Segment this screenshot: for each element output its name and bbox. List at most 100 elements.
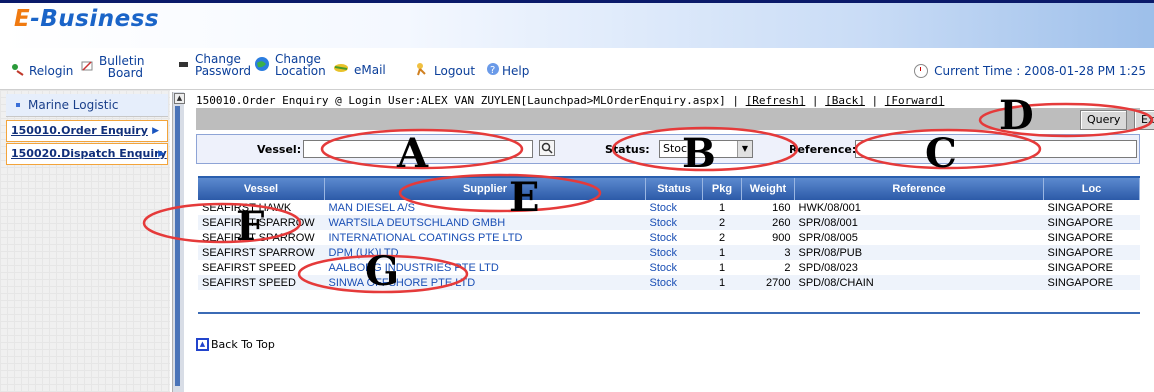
forward-link[interactable]: [Forward] — [885, 94, 945, 107]
column-header[interactable]: Loc — [1043, 178, 1140, 200]
sidebar: Marine Logistic 150010.Order Enquiry ▶ 1… — [0, 90, 170, 392]
status-cell: Stock — [645, 230, 703, 245]
pkg-cell: 1 — [702, 260, 742, 275]
pkg-cell: 2 — [702, 215, 742, 230]
chevron-right-icon: ▶ — [158, 149, 165, 159]
reference-cell: SPD/08/023 — [794, 260, 1044, 275]
reference-cell: SPR/08/005 — [794, 230, 1044, 245]
annotation-letter-b: B — [682, 130, 716, 177]
status-cell: Stock — [645, 200, 703, 215]
status-cell: Stock — [645, 260, 703, 275]
vessel-label: Vessel: — [257, 143, 302, 156]
weight-cell: 3 — [741, 245, 795, 260]
order-table: Vessel Supplier Status Pkg Weight Refere… — [198, 178, 1140, 290]
relogin-icon — [10, 62, 24, 79]
annotation-letter-c: C — [925, 130, 957, 177]
table-row[interactable]: SEAFIRST SPARROW INTERNATIONAL COATINGS … — [198, 230, 1140, 245]
weight-cell: 900 — [741, 230, 795, 245]
sidebar-scrollbar[interactable]: ▲ — [172, 92, 185, 392]
help-icon: ? — [486, 62, 500, 79]
status-cell: Stock — [645, 275, 703, 290]
column-header[interactable]: Supplier — [324, 178, 646, 200]
supplier-cell: INTERNATIONAL COATINGS PTE LTD — [324, 230, 646, 245]
loc-cell: SINGAPORE — [1043, 260, 1140, 275]
annotation-letter-f: F — [236, 203, 265, 250]
svg-text:?: ? — [490, 65, 495, 76]
table-header-row: Vessel Supplier Status Pkg Weight Refere… — [198, 178, 1140, 200]
status-cell: Stock — [645, 245, 703, 260]
loc-cell: SINGAPORE — [1043, 230, 1140, 245]
column-header[interactable]: Pkg — [702, 178, 742, 200]
sidebar-header: Marine Logistic — [6, 94, 168, 117]
help-link[interactable]: ? Help — [486, 62, 529, 79]
vessel-cell: SEAFIRST SPEED — [198, 275, 325, 290]
column-header[interactable]: Reference — [794, 178, 1044, 200]
column-header[interactable]: Vessel — [198, 178, 325, 200]
logout-link[interactable]: Logout — [415, 62, 475, 79]
reference-cell: SPR/08/PUB — [794, 245, 1044, 260]
bullet-icon — [16, 103, 20, 107]
change-location-link[interactable]: Change Location — [254, 53, 326, 77]
table-row[interactable]: SEAFIRST SPARROW WARTSILA DEUTSCHLAND GM… — [198, 215, 1140, 230]
weight-cell: 260 — [741, 215, 795, 230]
supplier-cell: WARTSILA DEUTSCHLAND GMBH — [324, 215, 646, 230]
bulletin-board-link[interactable]: Bulletin Board — [80, 55, 145, 79]
annotation-letter-d: D — [999, 92, 1034, 139]
vessel-cell: SEAFIRST SPEED — [198, 260, 325, 275]
export-button[interactable]: Export — [1134, 110, 1154, 130]
chevron-down-icon: ▼ — [737, 141, 752, 157]
scroll-up-icon[interactable]: ▲ — [174, 93, 185, 104]
clock-icon — [914, 64, 929, 78]
relogin-link[interactable]: Relogin — [10, 62, 73, 79]
header-banner: E-Business — [0, 0, 1154, 48]
email-link[interactable]: eMail — [333, 62, 386, 77]
reference-cell: SPR/08/001 — [794, 215, 1044, 230]
sidebar-item-order-enquiry[interactable]: 150010.Order Enquiry ▶ — [6, 120, 168, 142]
globe-icon — [254, 56, 270, 75]
reference-label: Reference: — [789, 143, 857, 156]
top-toolbar: Relogin Bulletin Board Change Password C… — [0, 48, 1154, 90]
back-to-top-link[interactable]: ▲ Back To Top — [196, 338, 275, 351]
loc-cell: SINGAPORE — [1043, 200, 1140, 215]
annotation-letter-g: G — [365, 248, 400, 295]
refresh-link[interactable]: [Refresh] — [746, 94, 806, 107]
column-header[interactable]: Status — [645, 178, 703, 200]
logout-icon — [415, 62, 429, 79]
sidebar-item-dispatch-enquiry[interactable]: 150020.Dispatch Enquiry ▶ — [6, 143, 168, 165]
change-password-link[interactable]: Change Password — [178, 53, 251, 77]
pkg-cell: 1 — [702, 275, 742, 290]
arrow-up-icon: ▲ — [196, 338, 209, 351]
table-row[interactable]: SEAFIRST SPEED AALBORG INDUSTRIES PTE LT… — [198, 260, 1140, 275]
app-logo: E-Business — [14, 6, 160, 32]
back-link[interactable]: [Back] — [825, 94, 865, 107]
reference-cell: SPD/08/CHAIN — [794, 275, 1044, 290]
table-row[interactable]: SEAFIRST SPARROW DPM (UK)LTD Stock 1 3 S… — [198, 245, 1140, 260]
current-time: Current Time : 2008-01-28 PM 1:25 — [914, 64, 1146, 78]
loc-cell: SINGAPORE — [1043, 245, 1140, 260]
scrollbar-track[interactable] — [175, 106, 180, 386]
reference-input[interactable] — [855, 140, 1137, 158]
query-button[interactable]: Query — [1080, 110, 1128, 130]
loc-cell: SINGAPORE — [1043, 275, 1140, 290]
pkg-cell: 1 — [702, 200, 742, 215]
weight-cell: 160 — [741, 200, 795, 215]
reference-cell: HWK/08/001 — [794, 200, 1044, 215]
search-icon[interactable] — [539, 140, 555, 156]
table-row[interactable]: SEAFIRST SPEED SINWA OFFSHORE PTE LTD St… — [198, 275, 1140, 290]
email-icon — [333, 62, 349, 77]
pkg-cell: 1 — [702, 245, 742, 260]
chevron-right-icon: ▶ — [152, 126, 159, 136]
grid-bottom-border — [198, 312, 1140, 314]
password-icon — [178, 57, 190, 74]
annotation-letter-e: E — [509, 174, 540, 221]
loc-cell: SINGAPORE — [1043, 215, 1140, 230]
supplier-cell: MAN DIESEL A/S — [324, 200, 646, 215]
breadcrumb: 150010.Order Enquiry @ Login User:ALEX V… — [196, 94, 945, 107]
bulletin-icon — [80, 59, 94, 76]
weight-cell: 2700 — [741, 275, 795, 290]
pkg-cell: 2 — [702, 230, 742, 245]
table-row[interactable]: SEAFIRST HAWK MAN DIESEL A/S Stock 1 160… — [198, 200, 1140, 215]
weight-cell: 2 — [741, 260, 795, 275]
column-header[interactable]: Weight — [741, 178, 795, 200]
status-cell: Stock — [645, 215, 703, 230]
